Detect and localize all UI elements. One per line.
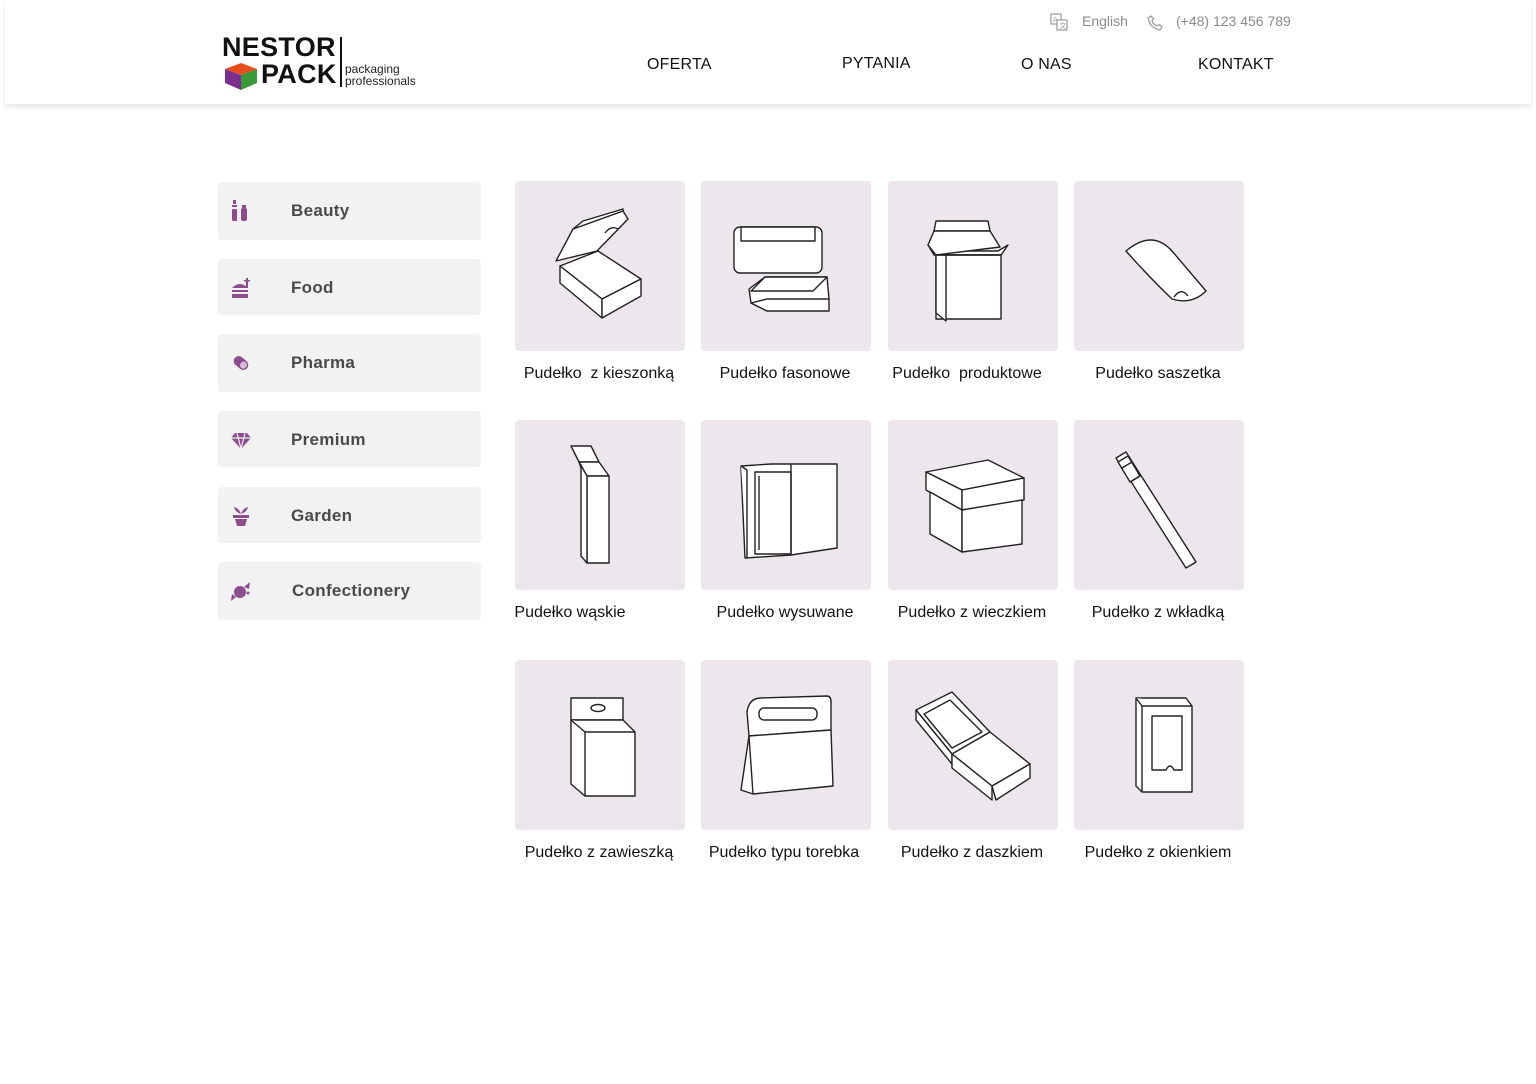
product-card[interactable]: Pudełko wąskie [514, 420, 705, 625]
product-label: Pudełko z okienkiem [1084, 844, 1232, 861]
logo-text-line1: NESTOR [222, 32, 336, 62]
product-card[interactable]: Pudełko z daszkiem [888, 660, 1078, 865]
product-box-icon [927, 220, 1009, 322]
shaped-box-icon [733, 226, 830, 312]
product-card[interactable]: Pudełko saszetka [1074, 181, 1264, 386]
product-image [1074, 181, 1244, 351]
product-label: Pudełko produktowe [892, 365, 1042, 382]
product-card[interactable]: Pudełko z zawieszką [515, 660, 705, 865]
diamond-icon [231, 432, 251, 450]
phone-number[interactable]: (+48) 123 456 789 [1176, 13, 1291, 33]
window-box-icon [1135, 697, 1193, 793]
sidebar-item-label: Beauty [291, 201, 350, 220]
plant-pot-icon [233, 507, 249, 526]
translate-icon[interactable]: A 文 [1050, 13, 1068, 31]
product-label: Pudełko wysuwane [716, 604, 854, 621]
product-image [701, 420, 871, 590]
sidebar-item-label: Premium [291, 430, 366, 449]
product-label: Pudełko z wieczkiem [897, 604, 1047, 621]
product-image [1074, 660, 1244, 830]
sidebar-item-pharma[interactable]: Pharma [218, 334, 481, 392]
product-card[interactable]: Pudełko z okienkiem [1074, 660, 1264, 865]
bag-box-icon [740, 695, 834, 795]
pillow-box-icon [1125, 239, 1207, 302]
phone-icon [1147, 15, 1163, 31]
product-card[interactable]: Pudełko z wieczkiem [888, 420, 1078, 625]
svg-text:A: A [1053, 16, 1058, 24]
logo-cube-icon [225, 63, 257, 90]
product-card[interactable]: Pudełko produktowe [888, 181, 1078, 386]
product-label: Pudełko z wkładką [1091, 604, 1225, 621]
sliding-box-icon [740, 463, 838, 559]
nav-oferta[interactable]: OFERTA [647, 56, 712, 74]
product-label: Pudełko wąskie [514, 604, 626, 621]
product-label: Pudełko z zawieszką [524, 844, 674, 861]
product-label: Pudełko typu torebka [708, 844, 860, 861]
sidebar-item-label: Garden [291, 506, 353, 525]
sidebar-item-premium[interactable]: Premium [218, 411, 481, 467]
product-card[interactable]: Pudełko z kieszonką [515, 181, 705, 386]
sidebar-item-confectionery[interactable]: Confectionery [218, 562, 481, 620]
roof-box-icon [915, 691, 1031, 801]
sidebar-item-garden[interactable]: Garden [218, 487, 481, 543]
lid-box-icon [925, 459, 1025, 553]
lipstick-icon [232, 200, 247, 221]
product-card[interactable]: Pudełko typu torebka [701, 660, 891, 865]
nav-pytania[interactable]: PYTANIA [842, 55, 911, 73]
narrow-box-icon [570, 445, 610, 564]
burger-icon [232, 278, 250, 298]
nav-kontakt[interactable]: KONTAKT [1198, 56, 1274, 74]
logo-divider [340, 37, 342, 87]
product-label: Pudełko z daszkiem [900, 844, 1044, 861]
product-image [888, 181, 1058, 351]
sidebar-item-beauty[interactable]: Beauty [218, 182, 481, 240]
sidebar-item-food[interactable]: Food [218, 259, 481, 315]
pill-icon [233, 356, 249, 370]
logo-tagline-2: professionals [345, 74, 416, 88]
pocket-box-icon [555, 208, 642, 319]
product-card[interactable]: Pudełko fasonowe [701, 181, 891, 386]
product-label: Pudełko z kieszonką [523, 365, 675, 382]
sidebar-item-label: Food [291, 278, 334, 297]
candy-icon [231, 582, 250, 601]
language-selector[interactable]: English [1082, 13, 1128, 33]
logo-text-line2: PACK [261, 59, 337, 89]
product-image [701, 660, 871, 830]
product-image [1074, 420, 1244, 590]
product-image [515, 181, 685, 351]
logo[interactable]: NESTOR PACK packaging professionals [222, 34, 422, 94]
product-card[interactable]: Pudełko z wkładką [1074, 420, 1264, 625]
nav-o-nas[interactable]: O NAS [1021, 56, 1072, 74]
insert-box-icon [1115, 451, 1197, 569]
product-image [701, 181, 871, 351]
product-image [515, 420, 685, 590]
product-image [888, 420, 1058, 590]
product-image [515, 660, 685, 830]
product-label: Pudełko fasonowe [719, 365, 851, 382]
product-card[interactable]: Pudełko wysuwane [701, 420, 891, 625]
sidebar-item-label: Pharma [291, 353, 356, 372]
hanger-box-icon [570, 697, 636, 797]
svg-text:文: 文 [1060, 21, 1067, 30]
product-image [888, 660, 1058, 830]
sidebar-item-label: Confectionery [292, 581, 411, 600]
product-label: Pudełko saszetka [1095, 365, 1221, 382]
